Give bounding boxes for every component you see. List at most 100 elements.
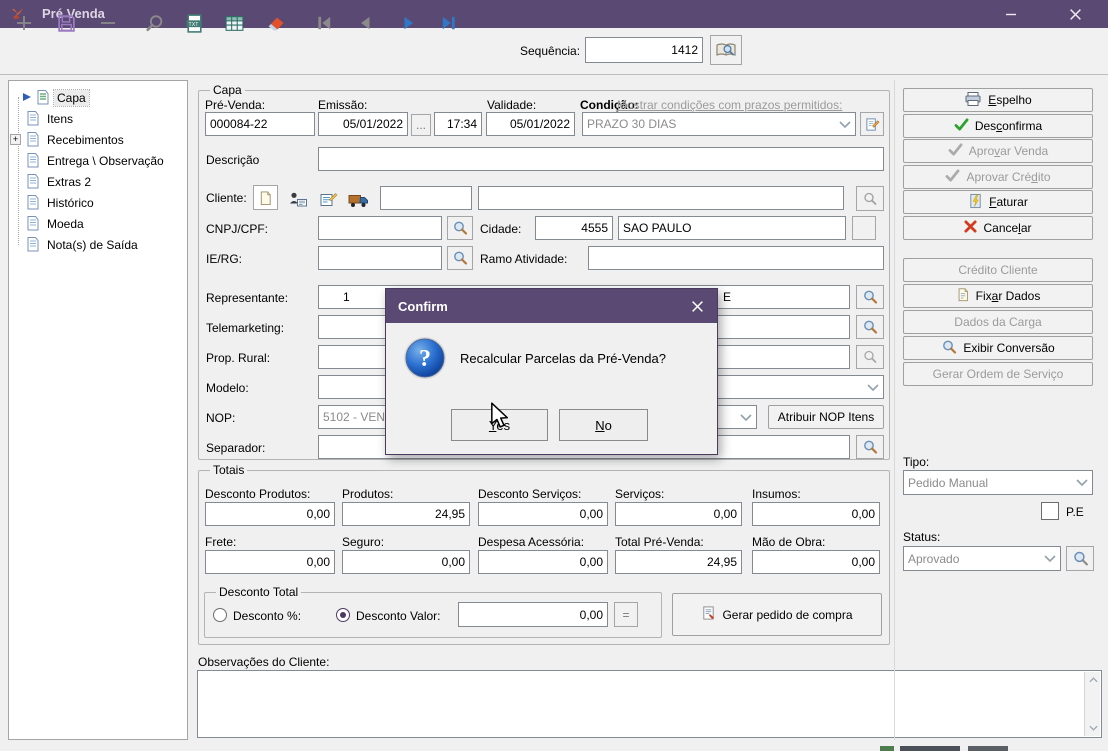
faturar-button[interactable]: Faturar (903, 190, 1093, 214)
ramo-field[interactable] (588, 246, 884, 270)
despesa-acessoria-field[interactable]: 0,00 (478, 550, 608, 574)
validade-field[interactable]: 05/01/2022 (486, 112, 575, 136)
clear-icon[interactable] (263, 11, 287, 35)
espelho-button[interactable]: Espelho (903, 88, 1093, 112)
remove-icon[interactable] (96, 11, 120, 35)
dados-da-carga-button[interactable]: Dados da Carga (903, 310, 1093, 334)
aprovar-credito-button[interactable]: Aprovar Crédito (903, 165, 1093, 189)
mao-de-obra-field[interactable]: 0,00 (752, 550, 880, 574)
emissao-time-field[interactable]: 17:34 (434, 112, 482, 136)
aprovar-venda-button[interactable]: Aprovar Venda (903, 139, 1093, 163)
tipo-label: Tipo: (903, 455, 929, 469)
pre-venda-field[interactable]: 000084-22 (205, 112, 315, 136)
scroll-down-icon[interactable] (1085, 720, 1101, 736)
nav-previous-icon[interactable] (353, 11, 377, 35)
cliente-nome-field[interactable] (478, 186, 844, 210)
condicao-value: PRAZO 30 DIAS (587, 117, 676, 131)
desconto-percent-radio[interactable] (213, 608, 227, 622)
observacoes-textarea[interactable] (197, 670, 1102, 738)
sidebar-item-notas-de-saida[interactable]: Nota(s) de Saída (26, 235, 141, 255)
add-icon[interactable] (12, 11, 36, 35)
desconfirma-button[interactable]: Desconfirma (903, 114, 1093, 138)
cidade-nome-field[interactable]: SAO PAULO (618, 216, 846, 240)
observacoes-scrollbar[interactable] (1084, 672, 1100, 736)
close-button[interactable] (1052, 0, 1098, 28)
desconto-valor-radio[interactable] (336, 608, 350, 622)
cidade-code-field[interactable]: 4555 (535, 216, 613, 240)
nav-first-icon[interactable] (312, 11, 336, 35)
cliente-code-field[interactable] (380, 186, 472, 210)
telemarketing-search-button[interactable] (856, 315, 884, 339)
export-txt-icon[interactable]: TXT (182, 11, 206, 35)
condicao-permitidos-link[interactable]: Mostrar condições com prazos permitidos: (617, 98, 842, 112)
sidebar-item-recebimentos[interactable]: Recebimentos (26, 130, 127, 150)
representante-search-button[interactable] (856, 285, 884, 309)
gerar-pedido-compra-button[interactable]: Gerar pedido de compra (672, 593, 882, 636)
exibir-conversao-button[interactable]: Exibir Conversão (903, 336, 1093, 360)
emissao-more-button[interactable]: ... (411, 114, 431, 136)
pe-checkbox[interactable] (1041, 502, 1059, 520)
atribuir-nop-itens-button[interactable]: Atribuir NOP Itens (768, 405, 884, 429)
sidebar-item-moeda[interactable]: Moeda (26, 214, 87, 234)
seguro-field[interactable]: 0,00 (342, 550, 470, 574)
sidebar-item-capa[interactable]: Capa (22, 88, 89, 108)
gerar-ordem-servico-button[interactable]: Gerar Ordem de Serviço (903, 362, 1093, 386)
minimize-button[interactable] (988, 0, 1034, 28)
credito-cliente-button[interactable]: Crédito Cliente (903, 258, 1093, 282)
x-red-icon (964, 220, 977, 236)
desconto-valor-field[interactable]: 0,00 (458, 602, 608, 627)
search-icon[interactable] (142, 11, 166, 35)
descricao-label: Descrição (206, 153, 259, 167)
status-search-button[interactable] (1066, 546, 1094, 571)
scroll-up-icon[interactable] (1085, 672, 1101, 688)
cliente-new-button[interactable] (253, 185, 278, 210)
status-label: Status: (903, 530, 940, 544)
ie-search-button[interactable] (447, 246, 473, 270)
cidade-blank-button[interactable] (852, 216, 876, 240)
chevron-down-icon (1044, 555, 1056, 562)
frete-field[interactable]: 0,00 (205, 550, 335, 574)
status-combo[interactable]: Aprovado (903, 546, 1061, 571)
nav-next-icon[interactable] (397, 11, 421, 35)
emissao-field[interactable]: 05/01/2022 (318, 112, 408, 136)
no-button[interactable]: No (559, 409, 648, 441)
condicao-combo[interactable]: PRAZO 30 DIAS (582, 112, 856, 136)
cnpj-field[interactable] (318, 216, 442, 240)
cliente-truck-button[interactable] (346, 188, 370, 212)
save-icon[interactable] (54, 11, 78, 35)
equals-button[interactable]: = (614, 602, 638, 627)
sidebar-item-extras-2[interactable]: Extras 2 (26, 172, 94, 192)
sidebar-item-itens[interactable]: Itens (26, 109, 76, 129)
lookup-book-button[interactable] (710, 35, 742, 65)
cliente-form-button[interactable] (316, 187, 340, 211)
nav-last-icon[interactable] (437, 11, 461, 35)
sequence-input[interactable]: 1412 (585, 37, 703, 63)
ie-field[interactable] (318, 246, 442, 270)
cnpj-search-button[interactable] (447, 216, 473, 240)
descricao-field[interactable] (318, 147, 884, 171)
insumos-field[interactable]: 0,00 (752, 502, 880, 526)
condicao-edit-button[interactable] (860, 112, 884, 136)
sidebar-item-entrega-observacao[interactable]: Entrega \ Observação (26, 151, 167, 171)
cliente-person-button[interactable] (286, 187, 310, 211)
mouse-cursor (487, 402, 513, 433)
grid-view-icon[interactable] (222, 11, 246, 35)
title-bar: Pré Venda (0, 0, 1108, 28)
produtos-field[interactable]: 24,95 (342, 502, 470, 526)
frete-label: Frete: (205, 535, 236, 549)
servicos-field[interactable]: 0,00 (615, 502, 742, 526)
cancelar-button[interactable]: Cancelar (903, 216, 1093, 240)
sidebar-item-historico[interactable]: Histórico (26, 193, 97, 213)
tipo-combo[interactable]: Pedido Manual (903, 470, 1093, 495)
desconto-produtos-field[interactable]: 0,00 (205, 502, 335, 526)
cliente-search-button[interactable] (856, 186, 884, 211)
confirm-close-button[interactable] (677, 289, 717, 323)
total-pre-venda-field[interactable]: 24,95 (615, 550, 742, 574)
desconto-total-group-label: Desconto Total (216, 585, 301, 599)
printer-icon (964, 91, 982, 110)
separador-search-button[interactable] (856, 435, 884, 459)
tree-expander-plus[interactable]: + (10, 134, 21, 145)
desconto-servicos-field[interactable]: 0,00 (478, 502, 608, 526)
fixar-dados-button[interactable]: Fixar Dados (903, 284, 1093, 308)
prop-rural-search-button[interactable] (856, 345, 884, 369)
